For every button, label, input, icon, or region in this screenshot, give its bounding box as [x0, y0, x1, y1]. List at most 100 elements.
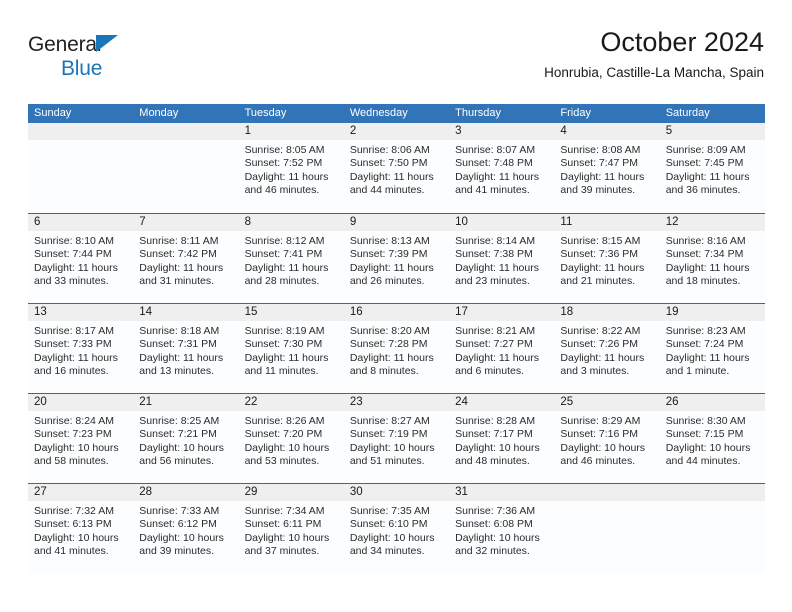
- day-number: 31: [449, 484, 555, 501]
- day-info: Sunrise: 8:16 AM Sunset: 7:34 PM Daylight:…: [660, 231, 765, 289]
- day-cell[interactable]: 12 Sunrise: 8:16 AM Sunset: 7:34 PM Dayligh…: [659, 214, 765, 303]
- day-cell[interactable]: 30 Sunrise: 7:35 AM Sunset: 6:10 PM Dayligh…: [343, 484, 450, 573]
- page-title: October 2024: [600, 27, 764, 57]
- day-number: 14: [133, 304, 239, 321]
- day-cell[interactable]: 31 Sunrise: 7:36 AM Sunset: 6:08 PM Dayligh…: [449, 484, 555, 573]
- daylight-text: Daylight: 11 hours and 44 minutes.: [349, 170, 434, 197]
- sunrise-text: Sunrise: 7:32 AM: [34, 505, 114, 517]
- day-cell[interactable]: 7 Sunrise: 8:11 AM Sunset: 7:42 PM Daylight…: [133, 214, 239, 303]
- sunrise-text: Sunrise: 8:18 AM: [139, 325, 220, 337]
- sunset-text: Sunset: 7:26 PM: [560, 338, 639, 351]
- day-cell[interactable]: 16 Sunrise: 8:20 AM Sunset: 7:28 PM Dayligh…: [343, 304, 450, 393]
- daylight-text: Daylight: 10 hours and 44 minutes.: [665, 441, 751, 468]
- sunset-text: Sunset: 7:41 PM: [244, 248, 323, 261]
- day-cell[interactable]: 1 Sunrise: 8:05 AM Sunset: 7:52 PM Daylight…: [238, 123, 344, 213]
- day-cell[interactable]: 10 Sunrise: 8:14 AM Sunset: 7:38 PM Dayligh…: [449, 214, 555, 303]
- sunset-text: Sunset: 6:12 PM: [139, 518, 217, 531]
- day-number: 27: [28, 484, 134, 501]
- sunset-text: Sunset: 7:21 PM: [139, 428, 217, 441]
- day-cell[interactable]: 29 Sunrise: 7:34 AM Sunset: 6:11 PM Dayligh…: [238, 484, 344, 573]
- day-number: 18: [554, 304, 660, 321]
- sunrise-text: Sunrise: 8:20 AM: [349, 325, 430, 337]
- day-number: 30: [343, 484, 450, 501]
- day-cell[interactable]: 3 Sunrise: 8:07 AM Sunset: 7:48 PM Daylight…: [449, 123, 555, 213]
- calendar-weeks: 1 Sunrise: 8:05 AM Sunset: 7:52 PM Daylight…: [28, 123, 765, 573]
- day-cell[interactable]: 19 Sunrise: 8:23 AM Sunset: 7:24 PM Dayligh…: [659, 304, 765, 393]
- day-cell[interactable]: 8 Sunrise: 8:12 AM Sunset: 7:41 PM Daylight…: [238, 214, 344, 303]
- day-info: Sunrise: 7:36 AM Sunset: 6:08 PM Daylight:…: [449, 501, 554, 559]
- daylight-text: Daylight: 11 hours and 18 minutes.: [665, 261, 750, 288]
- daylight-text: Daylight: 10 hours and 48 minutes.: [455, 441, 540, 468]
- day-info: Sunrise: 8:17 AM Sunset: 7:33 PM Daylight:…: [28, 321, 133, 379]
- sunset-text: Sunset: 7:48 PM: [455, 157, 533, 170]
- daylight-text: Daylight: 11 hours and 8 minutes.: [349, 351, 434, 378]
- sunrise-text: Sunrise: 8:12 AM: [244, 235, 325, 247]
- day-info: Sunrise: 8:22 AM Sunset: 7:26 PM Daylight:…: [554, 321, 659, 379]
- day-cell[interactable]: 26 Sunrise: 8:30 AM Sunset: 7:15 PM Dayligh…: [659, 394, 765, 483]
- day-number: 7: [133, 214, 239, 231]
- day-number: [659, 484, 765, 501]
- daylight-text: Daylight: 10 hours and 32 minutes.: [455, 531, 540, 558]
- day-cell[interactable]: 5 Sunrise: 8:09 AM Sunset: 7:45 PM Daylight…: [659, 123, 765, 213]
- day-number: 28: [133, 484, 239, 501]
- day-cell[interactable]: 22 Sunrise: 8:26 AM Sunset: 7:20 PM Dayligh…: [238, 394, 344, 483]
- weekday-header-monday: Monday: [139, 107, 179, 119]
- sunrise-text: Sunrise: 8:05 AM: [244, 144, 325, 156]
- daylight-text: Daylight: 11 hours and 33 minutes.: [34, 261, 118, 288]
- day-info: Sunrise: 8:21 AM Sunset: 7:27 PM Daylight:…: [449, 321, 554, 379]
- sunset-text: Sunset: 7:24 PM: [665, 338, 744, 351]
- daylight-text: Daylight: 10 hours and 56 minutes.: [139, 441, 224, 468]
- day-info: Sunrise: 8:05 AM Sunset: 7:52 PM Daylight:…: [239, 140, 344, 198]
- day-cell[interactable]: 27 Sunrise: 7:32 AM Sunset: 6:13 PM Dayligh…: [28, 484, 134, 573]
- page-header: General Blue October 2024 Honrubia, Cast…: [28, 26, 764, 98]
- day-cell[interactable]: 23 Sunrise: 8:27 AM Sunset: 7:19 PM Dayligh…: [343, 394, 450, 483]
- day-info: Sunrise: 8:23 AM Sunset: 7:24 PM Daylight:…: [660, 321, 765, 379]
- day-number: 21: [133, 394, 239, 411]
- day-info: Sunrise: 8:26 AM Sunset: 7:20 PM Daylight:…: [239, 411, 344, 469]
- sunset-text: Sunset: 7:45 PM: [665, 157, 744, 170]
- day-info: Sunrise: 8:20 AM Sunset: 7:28 PM Daylight:…: [344, 321, 449, 379]
- day-info: Sunrise: 8:11 AM Sunset: 7:42 PM Daylight:…: [133, 231, 238, 289]
- day-number: [133, 123, 239, 140]
- sunset-text: Sunset: 7:31 PM: [139, 338, 217, 351]
- day-cell[interactable]: 15 Sunrise: 8:19 AM Sunset: 7:30 PM Dayligh…: [238, 304, 344, 393]
- daylight-text: Daylight: 10 hours and 51 minutes.: [349, 441, 435, 468]
- day-cell[interactable]: 4 Sunrise: 8:08 AM Sunset: 7:47 PM Daylight…: [554, 123, 660, 213]
- day-cell-empty: [28, 123, 134, 213]
- daylight-text: Daylight: 11 hours and 23 minutes.: [455, 261, 539, 288]
- day-cell[interactable]: 6 Sunrise: 8:10 AM Sunset: 7:44 PM Daylight…: [28, 214, 134, 303]
- day-cell[interactable]: 2 Sunrise: 8:06 AM Sunset: 7:50 PM Daylight…: [343, 123, 450, 213]
- day-cell[interactable]: 17 Sunrise: 8:21 AM Sunset: 7:27 PM Dayligh…: [449, 304, 555, 393]
- sunrise-text: Sunrise: 8:27 AM: [349, 415, 430, 427]
- day-number: 11: [554, 214, 660, 231]
- day-info: Sunrise: 8:13 AM Sunset: 7:39 PM Daylight:…: [344, 231, 449, 289]
- day-info: Sunrise: 8:25 AM Sunset: 7:21 PM Daylight:…: [133, 411, 238, 469]
- day-cell[interactable]: 28 Sunrise: 7:33 AM Sunset: 6:12 PM Dayligh…: [133, 484, 239, 573]
- day-cell[interactable]: 20 Sunrise: 8:24 AM Sunset: 7:23 PM Dayligh…: [28, 394, 134, 483]
- day-cell[interactable]: 11 Sunrise: 8:15 AM Sunset: 7:36 PM Dayligh…: [554, 214, 660, 303]
- calendar-week-row: 27 Sunrise: 7:32 AM Sunset: 6:13 PM Dayligh…: [28, 483, 765, 573]
- triangle-icon: [96, 35, 118, 52]
- day-number: 1: [238, 123, 344, 140]
- day-number: 19: [659, 304, 765, 321]
- day-info: Sunrise: 8:08 AM Sunset: 7:47 PM Daylight:…: [554, 140, 659, 198]
- day-cell[interactable]: 18 Sunrise: 8:22 AM Sunset: 7:26 PM Dayligh…: [554, 304, 660, 393]
- day-info: Sunrise: 8:24 AM Sunset: 7:23 PM Daylight:…: [28, 411, 133, 469]
- day-cell[interactable]: 13 Sunrise: 8:17 AM Sunset: 7:33 PM Dayligh…: [28, 304, 134, 393]
- day-number: 4: [554, 123, 660, 140]
- day-number: 17: [449, 304, 555, 321]
- day-cell[interactable]: 9 Sunrise: 8:13 AM Sunset: 7:39 PM Daylight…: [343, 214, 450, 303]
- day-cell[interactable]: 25 Sunrise: 8:29 AM Sunset: 7:16 PM Dayligh…: [554, 394, 660, 483]
- calendar-week-row: 1 Sunrise: 8:05 AM Sunset: 7:52 PM Daylight…: [28, 123, 765, 213]
- weekday-header-wednesday: Wednesday: [349, 107, 408, 119]
- weekday-header-sunday: Sunday: [34, 107, 72, 119]
- day-cell[interactable]: 21 Sunrise: 8:25 AM Sunset: 7:21 PM Dayligh…: [133, 394, 239, 483]
- day-cell[interactable]: 14 Sunrise: 8:18 AM Sunset: 7:31 PM Dayligh…: [133, 304, 239, 393]
- sunset-text: Sunset: 7:34 PM: [665, 248, 744, 261]
- sunset-text: Sunset: 7:27 PM: [455, 338, 533, 351]
- sunrise-text: Sunrise: 8:08 AM: [560, 144, 641, 156]
- sunset-text: Sunset: 6:08 PM: [455, 518, 533, 531]
- sunrise-text: Sunrise: 8:23 AM: [665, 325, 746, 337]
- weekday-header-thursday: Thursday: [455, 107, 501, 119]
- day-cell[interactable]: 24 Sunrise: 8:28 AM Sunset: 7:17 PM Dayligh…: [449, 394, 555, 483]
